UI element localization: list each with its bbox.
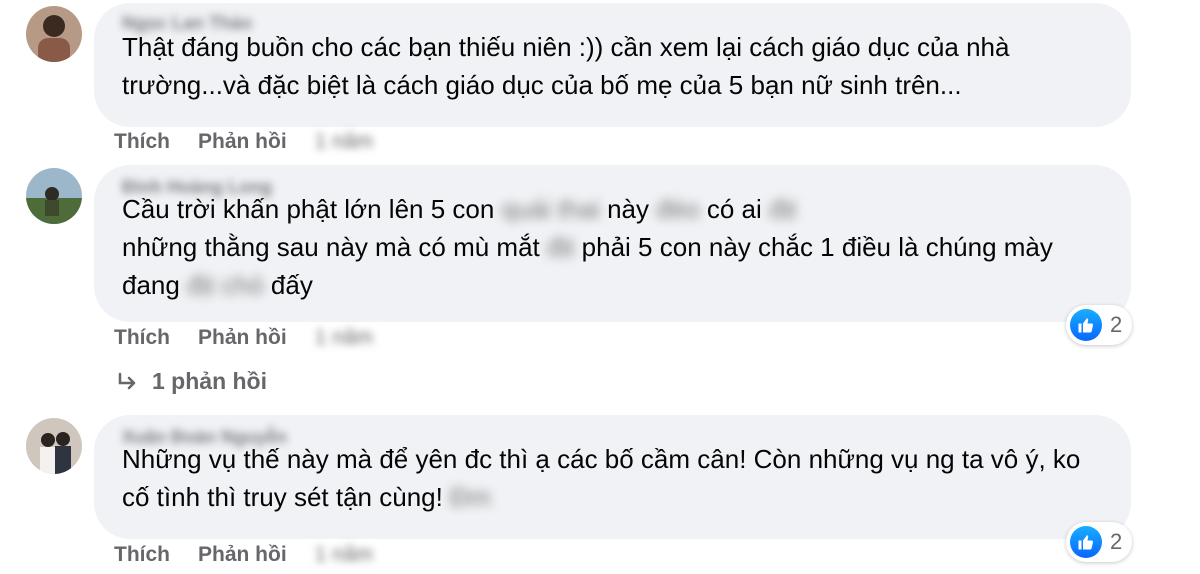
reaction-summary[interactable]: 2 (1066, 305, 1133, 345)
like-button[interactable]: Thích (114, 543, 170, 567)
replies-label: 1 phản hồi (152, 368, 267, 394)
avatar[interactable] (26, 6, 82, 62)
avatar-photo (26, 6, 82, 62)
like-icon (1070, 309, 1102, 341)
comment-time[interactable]: 1 năm (315, 543, 373, 567)
censored-word: địt chó (187, 270, 264, 300)
text-segment: Cầu trời khấn phật lớn lên 5 con (122, 194, 502, 224)
reaction-summary[interactable]: 2 (1066, 522, 1133, 562)
comment-author[interactable]: Xuân Đoàn Nguyễn (122, 427, 287, 448)
comment-line: cố tình thì truy sét tận cùng! Đm (122, 478, 1103, 516)
text-segment: đấy (263, 270, 313, 300)
avatar[interactable] (26, 168, 82, 224)
comment-bubble: Xuân Đoàn Nguyễn Những vụ thế này mà để … (94, 415, 1131, 539)
reply-button[interactable]: Phản hồi (198, 130, 287, 154)
comment-actions: Thích Phản hồi 1 năm (114, 130, 373, 154)
text-segment: những thằng sau này mà có mù mắt (122, 232, 547, 262)
avatar-photo (26, 418, 82, 474)
censored-word: quái thai (501, 194, 600, 224)
text-segment: Những vụ thế này mà để yên đc thì ạ các … (122, 444, 1081, 474)
avatar-photo (26, 168, 82, 224)
reply-arrow-icon (118, 372, 136, 389)
text-segment: trường...và đặc biệt là cách giáo dục củ… (122, 70, 962, 100)
comment-line: đang địt chó đấy (122, 266, 1103, 304)
censored-word: đéo (656, 194, 700, 224)
comment-author[interactable]: Ngọc Lan Thảo (122, 13, 252, 34)
comment-time[interactable]: 1 năm (315, 326, 373, 350)
reaction-count: 2 (1110, 312, 1123, 337)
censored-word: địt (546, 232, 575, 262)
comment-bubble: Ngọc Lan Thảo Thật đáng buồn cho các bạn… (94, 3, 1131, 127)
comment-actions: Thích Phản hồi 1 năm (114, 326, 373, 350)
text-segment: Thật đáng buồn cho các bạn thiếu niên :)… (122, 32, 1010, 62)
text-segment: này (599, 194, 657, 224)
comment-time[interactable]: 1 năm (315, 130, 373, 154)
text-segment: cố tình thì truy sét tận cùng! (122, 482, 451, 512)
comment-text: Thật đáng buồn cho các bạn thiếu niên :)… (122, 28, 1103, 104)
comment-text: Những vụ thế này mà để yên đc thì ạ các … (122, 440, 1103, 516)
text-segment: đang (122, 270, 188, 300)
avatar[interactable] (26, 418, 82, 474)
comment-line: Thật đáng buồn cho các bạn thiếu niên :)… (122, 28, 1103, 66)
comment-bubble: Đinh Hoàng Long Cầu trời khấn phật lớn l… (94, 165, 1131, 322)
comment-author[interactable]: Đinh Hoàng Long (122, 177, 272, 198)
censored-word: địt (769, 194, 797, 224)
like-button[interactable]: Thích (114, 326, 170, 350)
comment-line: những thằng sau này mà có mù mắt địt phả… (122, 228, 1103, 266)
censored-word: Đm (450, 482, 491, 512)
comment-line: trường...và đặc biệt là cách giáo dục củ… (122, 66, 1103, 104)
text-segment: phải 5 con này chắc 1 điều là chúng mày (574, 232, 1053, 262)
comment-text: Cầu trời khấn phật lớn lên 5 con quái th… (122, 190, 1103, 304)
view-replies-button[interactable]: 1 phản hồi (116, 368, 267, 395)
like-icon (1070, 526, 1102, 558)
reply-button[interactable]: Phản hồi (198, 543, 287, 567)
text-segment: có ai (699, 194, 769, 224)
like-button[interactable]: Thích (114, 130, 170, 154)
reaction-count: 2 (1110, 529, 1123, 554)
reply-button[interactable]: Phản hồi (198, 326, 287, 350)
comment-actions: Thích Phản hồi 1 năm (114, 543, 373, 567)
